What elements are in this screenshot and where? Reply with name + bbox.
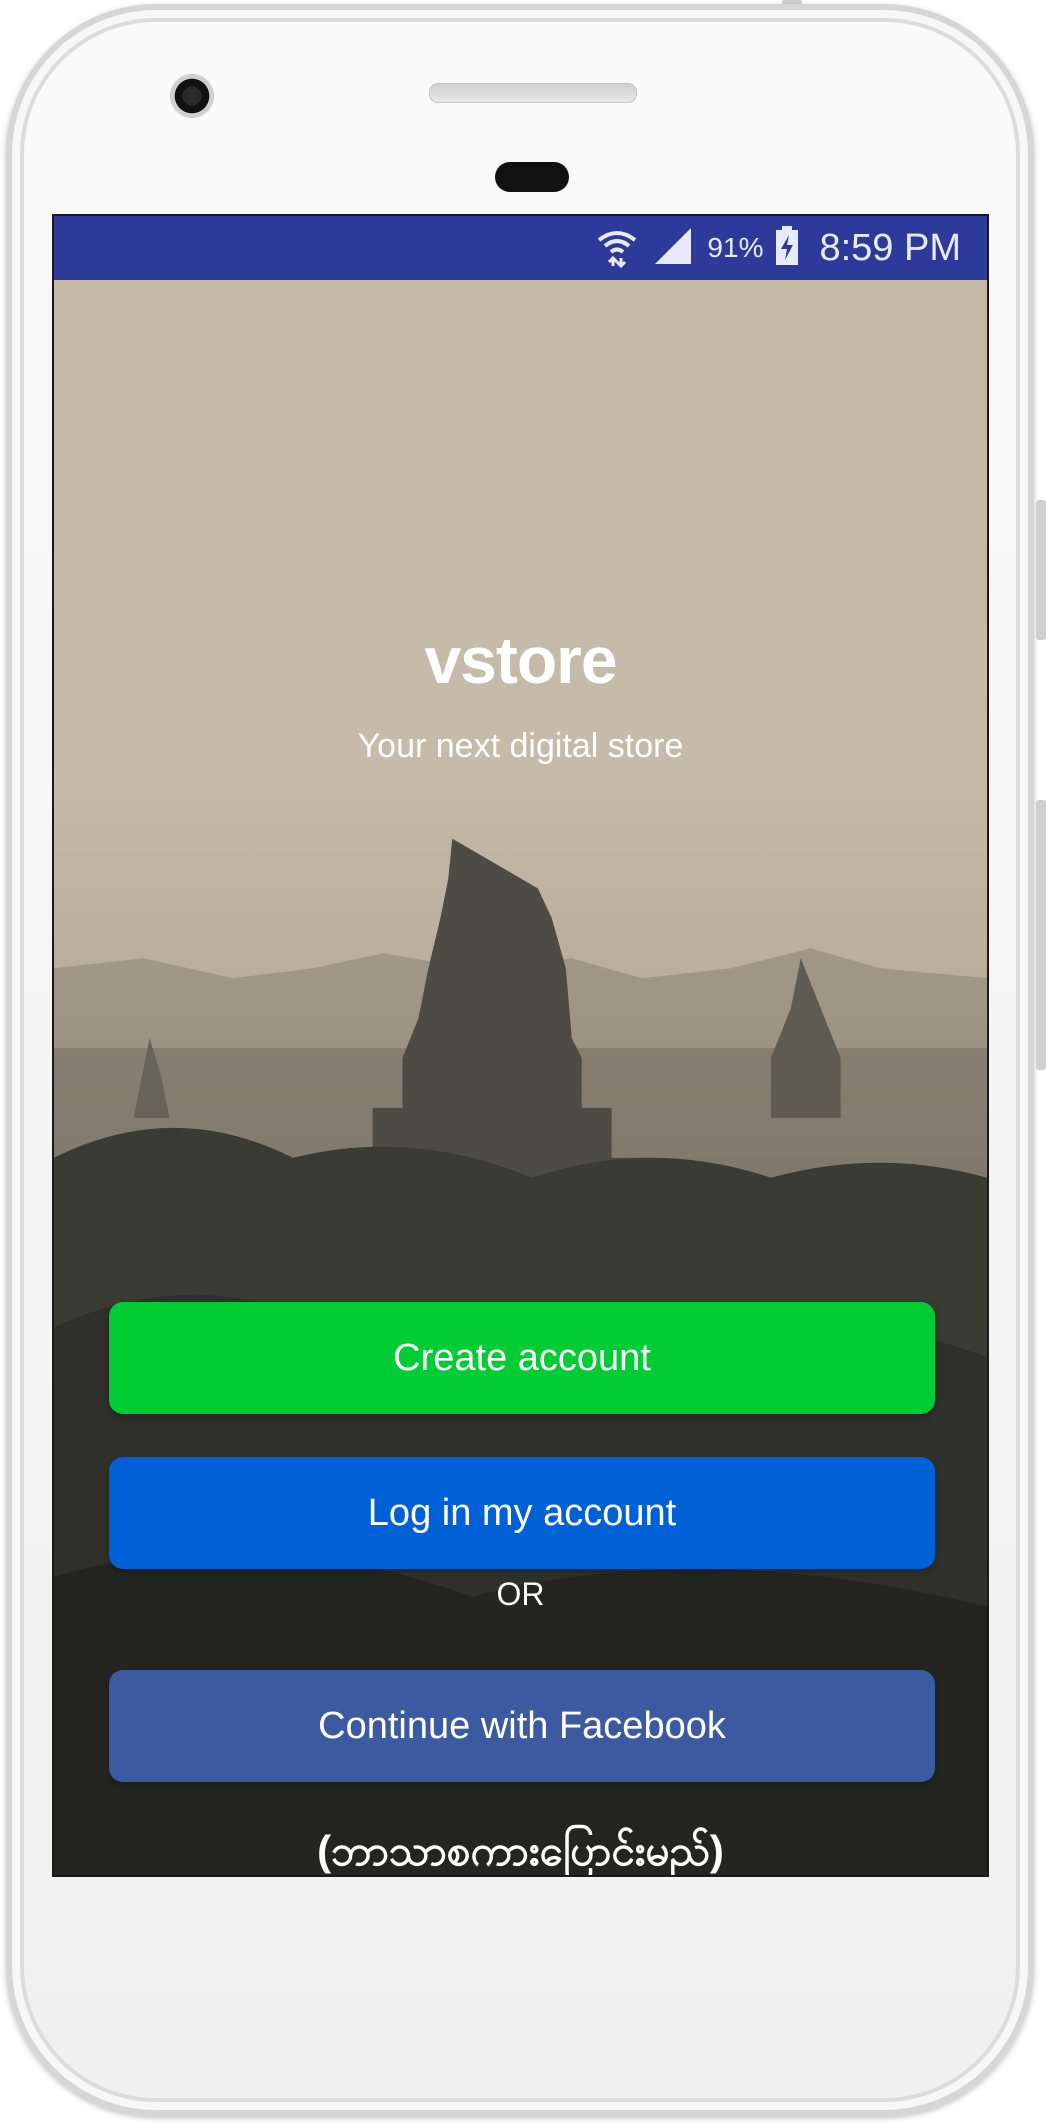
login-button[interactable]: Log in my account [109,1457,935,1569]
phone-screen: 91% 8:59 PM vstore Your next digital sto… [52,214,989,1877]
app-tagline: Your next digital store [357,727,684,765]
front-camera-icon [170,74,214,118]
status-icons: 91% 8:59 PM [595,216,961,280]
earpiece-speaker [429,83,637,103]
change-language-link[interactable]: (ဘာသာစကားပြောင်းမည်) [54,1824,987,1875]
create-account-button[interactable]: Create account [109,1302,935,1414]
phone-mockup-page: 91% 8:59 PM vstore Your next digital sto… [0,0,1046,2123]
background-landscape-image: vstore Your next digital store Create ac… [54,280,987,1875]
proximity-sensor [495,162,569,192]
battery-charging-icon [775,225,799,271]
app-logo-title: vstore [424,623,617,697]
status-bar: 91% 8:59 PM [54,216,987,280]
or-divider-label: OR [496,1576,545,1612]
power-button [1036,800,1046,1070]
volume-button [1036,500,1046,640]
battery-percent: 91% [707,232,764,263]
status-time: 8:59 PM [819,226,961,269]
signal-icon [651,224,695,273]
wifi-icon [595,224,639,273]
continue-with-facebook-button[interactable]: Continue with Facebook [109,1670,935,1782]
